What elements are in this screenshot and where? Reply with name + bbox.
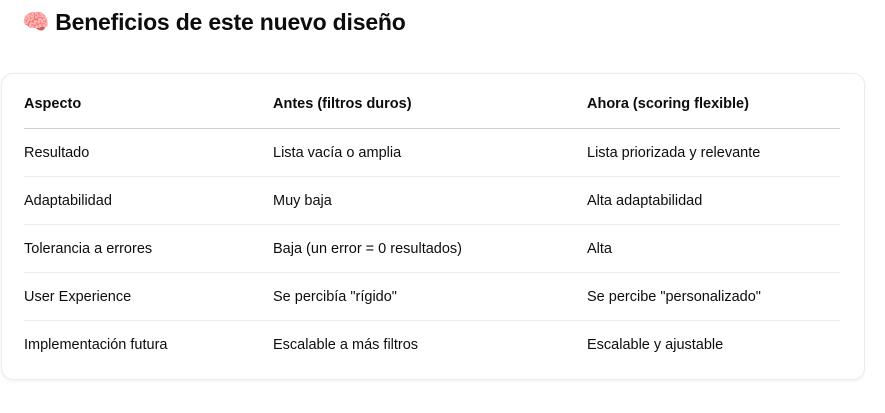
cell-aspect: Implementación futura (24, 336, 168, 353)
comparison-table: Aspecto Antes (filtros duros) Ahora (sco… (24, 80, 840, 368)
cell-before: Muy baja (273, 176, 587, 225)
table-row: Resultado Lista vacía o amplia Lista pri… (24, 128, 840, 177)
cell-before: Escalable a más filtros (273, 336, 419, 353)
cell-now: Alta (587, 224, 840, 273)
cell-now: Se percibe "personalizado" (587, 272, 840, 321)
header-antes: Antes (filtros duros) (273, 80, 587, 129)
cell-before: Lista vacía o amplia (273, 128, 587, 177)
section-title: Beneficios de este nuevo diseño (55, 8, 406, 35)
cell-before: Baja (un error = 0 resultados) (273, 224, 587, 273)
cell-aspect: Tolerancia a errores (24, 224, 273, 273)
cell-now: Escalable y ajustable (587, 336, 724, 353)
cell-aspect: Adaptabilidad (24, 176, 273, 225)
table-row: Implementación futura Escalable a más fi… (24, 321, 840, 369)
cell-now: Alta adaptabilidad (587, 176, 840, 225)
table-row: User Experience Se percibía "rígido" Se … (24, 272, 840, 321)
cell-before: Se percibía "rígido" (273, 272, 587, 321)
table-row: Adaptabilidad Muy baja Alta adaptabilida… (24, 176, 840, 225)
header-aspecto: Aspecto (24, 80, 273, 129)
cell-aspect: Resultado (24, 128, 273, 177)
table-row: Tolerancia a errores Baja (un error = 0 … (24, 224, 840, 273)
table-header-row: Aspecto Antes (filtros duros) Ahora (sco… (24, 80, 840, 129)
comparison-table-container: Aspecto Antes (filtros duros) Ahora (sco… (1, 73, 865, 380)
cell-aspect: User Experience (24, 272, 273, 321)
section-heading: 🧠 Beneficios de este nuevo diseño (22, 6, 406, 38)
cell-now: Lista priorizada y relevante (587, 128, 840, 177)
brain-icon: 🧠 (22, 9, 50, 35)
header-ahora: Ahora (scoring flexible) (587, 80, 840, 129)
